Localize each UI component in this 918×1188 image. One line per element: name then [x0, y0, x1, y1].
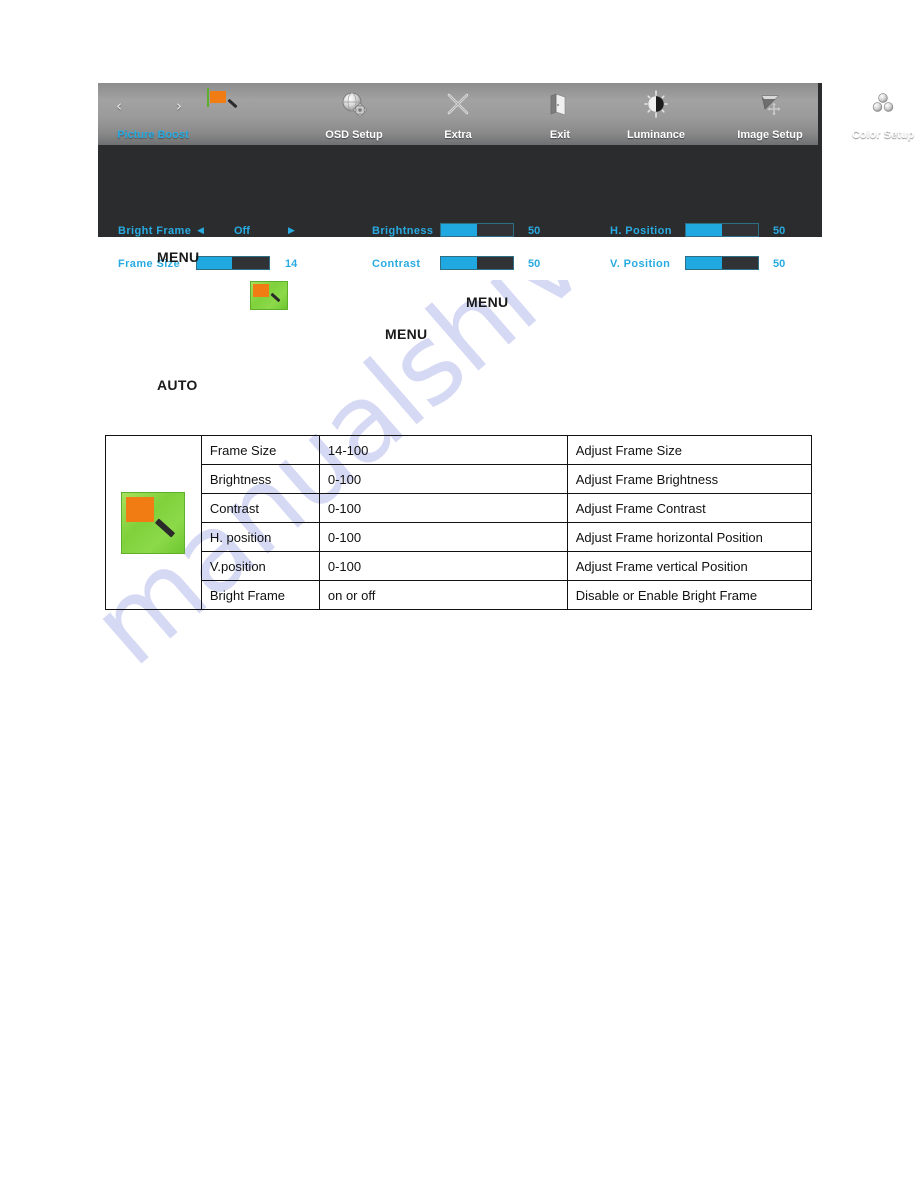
- table-cell-range: 0-100: [318, 493, 568, 523]
- table-cell-desc: Adjust Frame Contrast: [566, 493, 813, 523]
- slider-brightness[interactable]: [440, 223, 514, 237]
- slider-fill: [197, 257, 232, 269]
- menu-next-arrow-icon[interactable]: ›: [176, 99, 182, 114]
- table-row: V.position 0-100 Adjust Frame vertical P…: [106, 551, 813, 581]
- table-cell-desc: Adjust Frame vertical Position: [566, 551, 813, 581]
- osd-menu-bar: ‹ › Picture Boost OSD Setup Extra Exit L…: [98, 83, 914, 145]
- table-cell-name: Frame Size: [200, 435, 320, 465]
- table-cell-name: V.position: [200, 551, 320, 581]
- menu-label-image-setup: Image Setup: [737, 129, 803, 141]
- slider-v-position[interactable]: [685, 256, 759, 270]
- table-cell-desc: Adjust Frame Size: [566, 435, 813, 465]
- menu-label-luminance: Luminance: [626, 129, 686, 141]
- body-text-menu-1: MENU: [157, 249, 200, 265]
- setting-value-contrast: 50: [528, 258, 541, 270]
- inline-picture-boost-thumbnail-icon: [250, 281, 288, 310]
- table-cell-desc: Adjust Frame horizontal Position: [566, 522, 813, 552]
- thumbnail-orange-block: [210, 91, 226, 103]
- table-cell-range: 0-100: [318, 464, 568, 494]
- setting-label-v-position: V. Position: [610, 258, 671, 270]
- table-cell-desc: Disable or Enable Bright Frame: [566, 580, 813, 610]
- body-text-menu-3: MENU: [385, 326, 428, 342]
- bright-frame-decrease-arrow-icon[interactable]: ◀: [197, 227, 204, 236]
- thumbnail-pencil-icon: [270, 292, 281, 303]
- thumbnail-pencil-icon: [155, 517, 176, 538]
- menu-label-picture-boost: Picture Boost: [117, 129, 189, 141]
- exit-door-icon: [543, 89, 577, 119]
- table-cell-range: 14-100: [318, 435, 568, 465]
- table-row: Contrast 0-100 Adjust Frame Contrast: [106, 493, 813, 523]
- picture-boost-thumbnail-icon: [121, 491, 186, 554]
- table-cell-range: 0-100: [318, 522, 568, 552]
- menu-label-osd-setup: OSD Setup: [325, 129, 383, 141]
- table-cell-name: Bright Frame: [200, 580, 320, 610]
- setting-value-bright-frame: Off: [234, 225, 250, 237]
- table-cell-range: 0-100: [318, 551, 568, 581]
- thumbnail-orange-block: [253, 284, 269, 297]
- slider-frame-size[interactable]: [196, 256, 270, 270]
- table-row: H. position 0-100 Adjust Frame horizonta…: [106, 522, 813, 552]
- body-text-auto-1: AUTO: [157, 377, 198, 393]
- thumbnail-orange-block: [126, 496, 155, 522]
- image-move-arrow-icon: [753, 89, 787, 119]
- menu-item-picture-boost[interactable]: ‹ › Picture Boost: [98, 83, 238, 145]
- table-row: Frame Size 14-100 Adjust Frame Size: [105, 435, 813, 610]
- slider-contrast[interactable]: [440, 256, 514, 270]
- menu-item-color-setup[interactable]: Color Setup: [828, 83, 918, 145]
- menu-label-extra: Extra: [444, 129, 472, 141]
- osd-settings-area: Bright Frame ◀ Off ▶ Frame Size 14 Brigh…: [98, 145, 822, 270]
- crossed-tools-icon: [441, 89, 475, 119]
- menu-item-image-setup[interactable]: Image Setup: [710, 83, 830, 145]
- setting-label-brightness: Brightness: [372, 225, 434, 237]
- body-text-menu-2: MENU: [466, 294, 509, 310]
- menu-item-luminance[interactable]: Luminance: [606, 83, 706, 145]
- slider-h-position[interactable]: [685, 223, 759, 237]
- osd-panel: ‹ › Picture Boost OSD Setup Extra Exit L…: [98, 83, 914, 270]
- globe-gear-icon: [337, 89, 371, 119]
- slider-fill: [686, 224, 722, 236]
- bright-frame-increase-arrow-icon[interactable]: ▶: [288, 227, 295, 236]
- table-row: Bright Frame on or off Disable or Enable…: [106, 580, 813, 610]
- setting-value-v-position: 50: [773, 258, 786, 270]
- table-cell-range: on or off: [318, 580, 568, 610]
- menu-label-color-setup: Color Setup: [851, 129, 915, 141]
- setting-label-contrast: Contrast: [372, 258, 421, 270]
- table-cell-name: H. position: [200, 522, 320, 552]
- table-row: Brightness 0-100 Adjust Frame Brightness: [106, 464, 813, 494]
- picture-boost-spec-table: Frame Size 14-100 Adjust Frame Size Brig…: [105, 435, 813, 610]
- table-cell-desc: Adjust Frame Brightness: [566, 464, 813, 494]
- setting-label-bright-frame: Bright Frame: [118, 225, 192, 237]
- setting-label-h-position: H. Position: [610, 225, 672, 237]
- slider-fill: [441, 224, 477, 236]
- setting-value-h-position: 50: [773, 225, 786, 237]
- menu-item-extra[interactable]: Extra: [408, 83, 508, 145]
- sun-brightness-icon: [639, 89, 673, 119]
- slider-fill: [686, 257, 722, 269]
- setting-value-frame-size: 14: [285, 258, 298, 270]
- table-cell-name: Contrast: [200, 493, 320, 523]
- menu-label-exit: Exit: [549, 129, 571, 141]
- menu-item-osd-setup[interactable]: OSD Setup: [302, 83, 406, 145]
- menu-prev-arrow-icon[interactable]: ‹: [116, 99, 122, 114]
- table-icon-cell: [105, 435, 202, 610]
- picture-boost-thumbnail-icon: [207, 88, 238, 109]
- menu-item-exit[interactable]: Exit: [510, 83, 610, 145]
- thumbnail-pencil-icon: [227, 98, 238, 109]
- table-cell-name: Brightness: [200, 464, 320, 494]
- setting-value-brightness: 50: [528, 225, 541, 237]
- three-spheres-icon: [866, 89, 900, 119]
- slider-fill: [441, 257, 477, 269]
